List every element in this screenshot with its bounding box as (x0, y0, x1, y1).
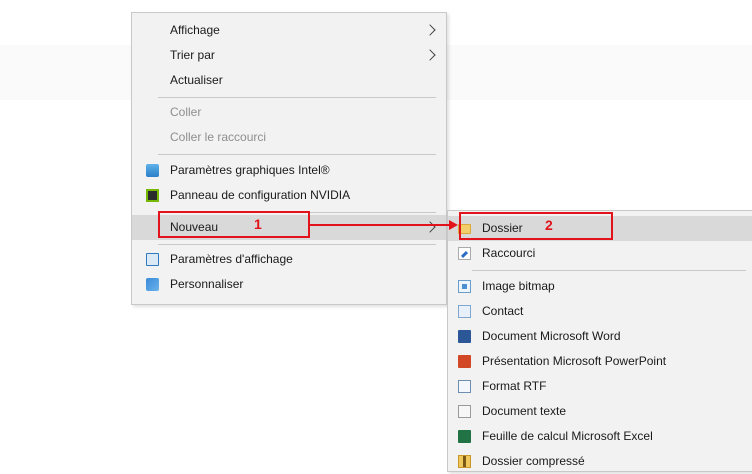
submenu-item-contact[interactable]: Contact (448, 299, 752, 324)
annotation-arrow-head-icon (449, 220, 458, 230)
annotation-number-2: 2 (545, 217, 553, 233)
menu-item-nvidia[interactable]: Panneau de configuration NVIDIA (132, 183, 446, 208)
menu-item-label: Actualiser (170, 73, 223, 87)
personalize-icon (146, 278, 159, 291)
submenu-item-document-texte[interactable]: Document texte (448, 399, 752, 424)
chevron-right-icon (424, 49, 436, 61)
menu-separator (158, 244, 436, 245)
annotation-box-step2 (459, 212, 613, 240)
submenu-item-excel[interactable]: Feuille de calcul Microsoft Excel (448, 424, 752, 449)
text-document-icon (458, 405, 471, 418)
chevron-right-icon (424, 24, 436, 36)
menu-item-label: Panneau de configuration NVIDIA (170, 188, 351, 202)
bitmap-icon (458, 280, 471, 293)
zip-folder-icon (458, 455, 471, 468)
menu-item-label: Paramètres d'affichage (170, 252, 293, 266)
annotation-box-step1 (158, 211, 310, 238)
menu-item-label: Personnaliser (170, 277, 244, 291)
menu-separator (158, 97, 436, 98)
intel-graphics-icon (146, 164, 159, 177)
menu-item-intel-graphics[interactable]: Paramètres graphiques Intel® (132, 158, 446, 183)
menu-item-trier-par[interactable]: Trier par (132, 43, 446, 68)
submenu-item-dossier-compresse[interactable]: Dossier compressé (448, 449, 752, 474)
menu-item-affichage[interactable]: Affichage (132, 18, 446, 43)
submenu-item-word[interactable]: Document Microsoft Word (448, 324, 752, 349)
submenu-item-label: Image bitmap (482, 279, 555, 293)
word-icon (458, 330, 471, 343)
desktop-context-menu: Affichage Trier par Actualiser Coller Co… (131, 12, 447, 305)
submenu-item-label: Format RTF (482, 379, 547, 393)
menu-separator (158, 154, 436, 155)
submenu-item-label: Document texte (482, 404, 567, 418)
submenu-item-powerpoint[interactable]: Présentation Microsoft PowerPoint (448, 349, 752, 374)
submenu-item-raccourci[interactable]: Raccourci (448, 241, 752, 266)
menu-item-coller-raccourci: Coller le raccourci (132, 125, 446, 150)
new-submenu: Dossier Raccourci Image bitmap Contact D… (447, 210, 752, 472)
submenu-item-label: Contact (482, 304, 524, 318)
menu-item-actualiser[interactable]: Actualiser (132, 68, 446, 93)
menu-item-label: Trier par (170, 48, 215, 62)
menu-item-label: Coller le raccourci (170, 130, 267, 144)
nvidia-icon (146, 189, 159, 202)
submenu-item-rtf[interactable]: Format RTF (448, 374, 752, 399)
submenu-item-label: Document Microsoft Word (482, 329, 621, 343)
menu-item-parametres-affichage[interactable]: Paramètres d'affichage (132, 247, 446, 272)
menu-item-personnaliser[interactable]: Personnaliser (132, 272, 446, 297)
submenu-item-label: Feuille de calcul Microsoft Excel (482, 429, 653, 443)
submenu-item-label: Raccourci (482, 246, 536, 260)
annotation-number-1: 1 (254, 216, 262, 232)
submenu-item-label: Dossier compressé (482, 454, 585, 468)
menu-item-label: Paramètres graphiques Intel® (170, 163, 330, 177)
shortcut-icon (458, 247, 471, 260)
excel-icon (458, 430, 471, 443)
menu-item-label: Coller (170, 105, 202, 119)
menu-separator (472, 270, 746, 271)
submenu-item-label: Présentation Microsoft PowerPoint (482, 354, 667, 368)
annotation-arrow-line (310, 224, 450, 226)
display-settings-icon (146, 253, 159, 266)
contact-icon (458, 305, 471, 318)
powerpoint-icon (458, 355, 471, 368)
rtf-icon (458, 380, 471, 393)
menu-item-coller: Coller (132, 100, 446, 125)
submenu-item-image-bitmap[interactable]: Image bitmap (448, 274, 752, 299)
menu-item-label: Affichage (170, 23, 220, 37)
